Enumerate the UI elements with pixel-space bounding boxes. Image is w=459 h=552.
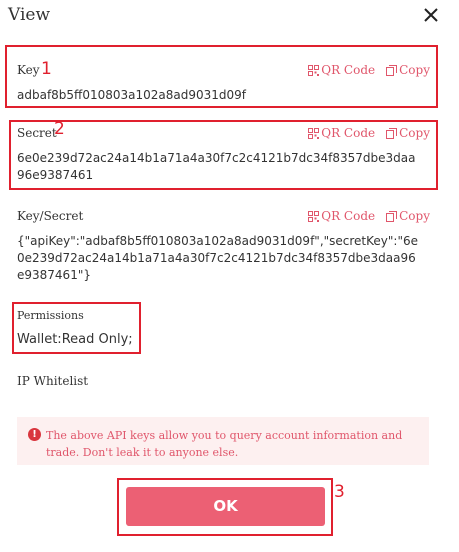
warning-icon: ! bbox=[28, 428, 41, 441]
annotation-box-2 bbox=[9, 120, 438, 190]
key-secret-copy-button[interactable]: Copy bbox=[386, 209, 430, 223]
key-secret-actions: QR Code Copy bbox=[308, 209, 430, 223]
key-secret-value-line: 0e239d72ac24a14b1a71a4a30f7c2c4121b7dc34… bbox=[17, 251, 416, 265]
ip-whitelist-section: IP Whitelist bbox=[17, 374, 432, 394]
dialog-title: View bbox=[8, 5, 51, 25]
copy-icon bbox=[386, 210, 398, 222]
annotation-box-1 bbox=[5, 45, 438, 108]
qr-code-icon bbox=[308, 210, 320, 222]
warning-banner: ! The above API keys allow you to query … bbox=[17, 417, 429, 465]
annotation-box-permissions bbox=[12, 302, 141, 354]
annotation-number-2: 2 bbox=[54, 119, 65, 139]
ip-whitelist-label: IP Whitelist bbox=[17, 374, 89, 388]
key-secret-qr-code-button[interactable]: QR Code bbox=[308, 209, 375, 223]
key-secret-value-line: {"apiKey":"adbaf8b5ff010803a102a8ad9031d… bbox=[17, 234, 418, 248]
key-secret-value-line: e9387461"} bbox=[17, 268, 91, 282]
copy-label: Copy bbox=[399, 209, 430, 223]
annotation-number-1: 1 bbox=[41, 59, 52, 79]
qr-code-label: QR Code bbox=[321, 209, 376, 223]
annotation-box-3 bbox=[117, 478, 333, 536]
key-secret-value: {"apiKey":"adbaf8b5ff010803a102a8ad9031d… bbox=[17, 233, 418, 284]
warning-text: The above API keys allow you to query ac… bbox=[46, 429, 403, 459]
key-secret-section: Key/Secret QR Code Copy {"apiKey":"adbaf… bbox=[17, 209, 432, 289]
annotation-number-3: 3 bbox=[334, 482, 345, 502]
close-icon[interactable] bbox=[420, 4, 442, 26]
key-secret-label: Key/Secret bbox=[17, 209, 84, 223]
